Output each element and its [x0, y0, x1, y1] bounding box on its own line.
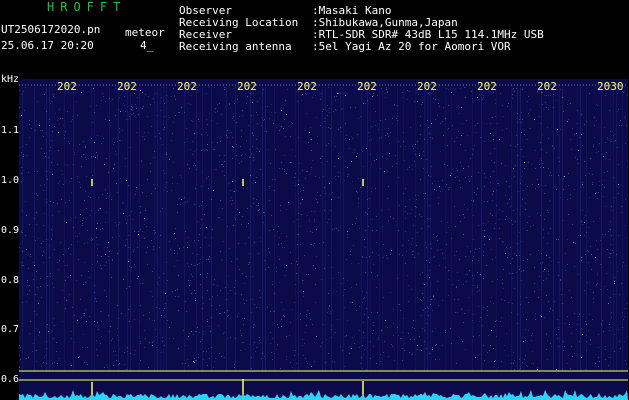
x-tick-10: 2030 [597, 80, 624, 93]
y-tick-0-9: 0.9 [1, 225, 20, 236]
x-tick-4: 202 [237, 80, 257, 93]
y-unit-label: kHz [1, 74, 20, 85]
x-tick-9: 202 [537, 80, 557, 93]
x-tick-7: 202 [417, 80, 437, 93]
spectrogram [19, 79, 628, 400]
x-tick-1: 202 [57, 80, 77, 93]
x-tick-3: 202 [177, 80, 197, 93]
x-tick-2: 202 [117, 80, 137, 93]
y-tick-0-7: 0.7 [1, 324, 20, 335]
datetime-label: 25.06.17 20:20 [1, 39, 94, 52]
y-tick-0-8: 0.8 [1, 275, 20, 286]
meteor-label: meteor [125, 26, 165, 39]
y-tick-0-6: 0.6 [1, 374, 20, 385]
spectrogram-canvas [19, 79, 628, 400]
meteor-count: 4_ [140, 39, 154, 52]
antenna-value: :5el Yagi Az 20 for Aomori VOR [312, 40, 511, 53]
y-tick-1-0: 1.0 [1, 175, 20, 186]
x-tick-5: 202 [297, 80, 317, 93]
x-tick-8: 202 [477, 80, 497, 93]
antenna-label: Receiving antenna [179, 40, 292, 53]
filename-label: UT2506172020.pn [1, 23, 101, 36]
x-tick-6: 202 [357, 80, 377, 93]
spectrogram-background [19, 79, 628, 400]
y-tick-1-1: 1.1 [1, 125, 20, 136]
hrofft-window: HROFFT UT2506172020.pn meteor 25.06.17 2… [0, 0, 629, 400]
app-title: HROFFT [47, 0, 127, 14]
